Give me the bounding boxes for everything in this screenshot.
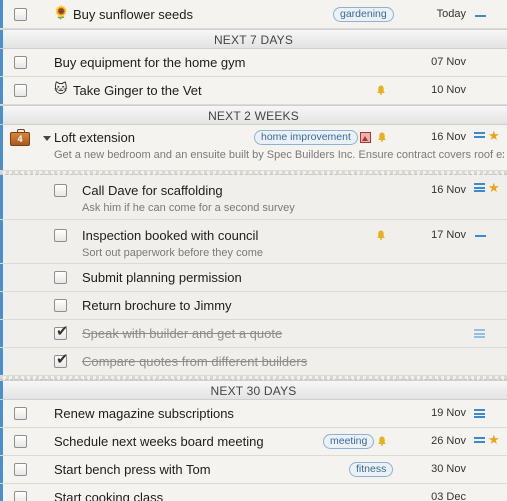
check-icon: ✔ — [56, 350, 69, 368]
subtask-row-completed[interactable]: ✔ Speak with builder and get a quote — [0, 320, 507, 348]
sunflower-icon: 🌻 — [53, 6, 70, 21]
task-checkbox[interactable] — [14, 407, 27, 420]
task-checkbox[interactable] — [54, 184, 67, 197]
task-checkbox[interactable] — [54, 229, 67, 242]
due-date: 03 Dec — [431, 491, 466, 501]
task-checkbox[interactable] — [14, 435, 27, 448]
subtask-row[interactable]: Call Dave for scaffolding Ask him if he … — [0, 175, 507, 220]
task-title: Inspection booked with council — [82, 228, 259, 243]
bell-icon — [377, 230, 385, 240]
priority-medium-icon — [474, 437, 485, 446]
task-title: Compare quotes from different builders — [82, 354, 308, 369]
task-row[interactable]: 🐱 Take Ginger to the Vet 10 Nov — [0, 77, 507, 105]
task-title: Speak with builder and get a quote — [82, 326, 283, 341]
task-title: Submit planning permission — [82, 270, 242, 285]
priority-low-icon — [475, 15, 486, 17]
tag-gardening[interactable]: gardening — [333, 7, 394, 22]
task-row[interactable]: Buy equipment for the home gym 07 Nov — [0, 49, 507, 77]
task-row[interactable]: Schedule next weeks board meeting meetin… — [0, 428, 507, 456]
expand-arrow-icon[interactable] — [43, 136, 51, 141]
due-date: 19 Nov — [431, 407, 466, 419]
bell-icon — [378, 132, 386, 142]
task-title: Start cooking class — [54, 490, 164, 501]
priority-medium-icon — [474, 132, 485, 141]
task-row[interactable]: 🌻 Buy sunflower seeds gardening Today — [0, 0, 507, 29]
task-checkbox-checked[interactable]: ✔ — [54, 350, 69, 368]
task-title: Buy equipment for the home gym — [54, 55, 246, 70]
task-row[interactable]: Start cooking class 03 Dec — [0, 484, 507, 501]
task-title: Schedule next weeks board meeting — [54, 434, 264, 449]
task-checkbox[interactable] — [14, 84, 27, 97]
check-icon: ✔ — [56, 322, 69, 340]
bell-icon — [378, 436, 386, 446]
bell-icon — [377, 85, 385, 95]
star-icon[interactable]: ★ — [488, 129, 500, 144]
task-checkbox[interactable] — [54, 299, 67, 312]
subtask-row[interactable]: Submit planning permission — [0, 264, 507, 292]
project-title: Loft extension — [54, 130, 135, 145]
priority-low-icon — [475, 235, 486, 237]
task-checkbox[interactable] — [14, 491, 27, 501]
image-attachment-icon — [360, 132, 371, 143]
due-date: Today — [436, 8, 466, 20]
task-title: Take Ginger to the Vet — [73, 83, 202, 98]
section-next-7-days: NEXT 7 DAYS — [0, 29, 507, 49]
task-title: Start bench press with Tom — [54, 462, 211, 477]
task-row[interactable]: Start bench press with Tom fitness 30 No… — [0, 456, 507, 484]
task-checkbox[interactable] — [14, 56, 27, 69]
task-checkbox[interactable] — [14, 463, 27, 476]
due-date: 17 Nov — [431, 229, 466, 241]
star-icon[interactable]: ★ — [488, 181, 500, 196]
task-title: Renew magazine subscriptions — [54, 406, 234, 421]
due-date: 30 Nov — [431, 463, 466, 475]
cat-icon: 🐱 — [54, 82, 68, 97]
priority-high-icon — [474, 329, 485, 338]
task-title: Call Dave for scaffolding — [82, 183, 223, 198]
section-next-30-days: NEXT 30 DAYS — [0, 380, 507, 400]
tag-fitness[interactable]: fitness — [349, 462, 394, 477]
due-date: 26 Nov — [431, 435, 466, 447]
task-list: 🌻 Buy sunflower seeds gardening Today NE… — [0, 0, 507, 501]
task-title: Return brochure to Jimmy — [82, 298, 232, 313]
tag-meeting[interactable]: meeting — [323, 434, 375, 449]
task-checkbox-checked[interactable]: ✔ — [54, 322, 69, 340]
priority-high-icon — [474, 409, 485, 418]
project-row[interactable]: 4 Loft extension home improvement 16 Nov… — [0, 125, 507, 171]
priority-high-icon — [474, 183, 485, 192]
section-next-2-weeks: NEXT 2 WEEKS — [0, 105, 507, 125]
task-note: Ask him if he can come for a second surv… — [82, 202, 295, 214]
due-date: 16 Nov — [431, 131, 466, 143]
task-checkbox[interactable] — [14, 8, 27, 21]
due-date: 10 Nov — [431, 84, 466, 96]
tag-home-improvement[interactable]: home improvement — [254, 130, 358, 145]
star-icon[interactable]: ★ — [488, 433, 500, 448]
task-checkbox[interactable] — [54, 271, 67, 284]
due-date: 07 Nov — [431, 56, 466, 68]
due-date: 16 Nov — [431, 184, 466, 196]
task-title: Buy sunflower seeds — [73, 7, 193, 22]
subtask-row-completed[interactable]: ✔ Compare quotes from different builders — [0, 348, 507, 376]
project-briefcase-icon: 4 — [10, 129, 30, 146]
subtask-row[interactable]: Return brochure to Jimmy — [0, 292, 507, 320]
project-note: Get a new bedroom and an ensuite built b… — [54, 149, 504, 161]
task-row[interactable]: Renew magazine subscriptions 19 Nov — [0, 400, 507, 428]
subtask-row[interactable]: Inspection booked with council Sort out … — [0, 220, 507, 264]
task-note: Sort out paperwork before they come — [82, 247, 263, 259]
